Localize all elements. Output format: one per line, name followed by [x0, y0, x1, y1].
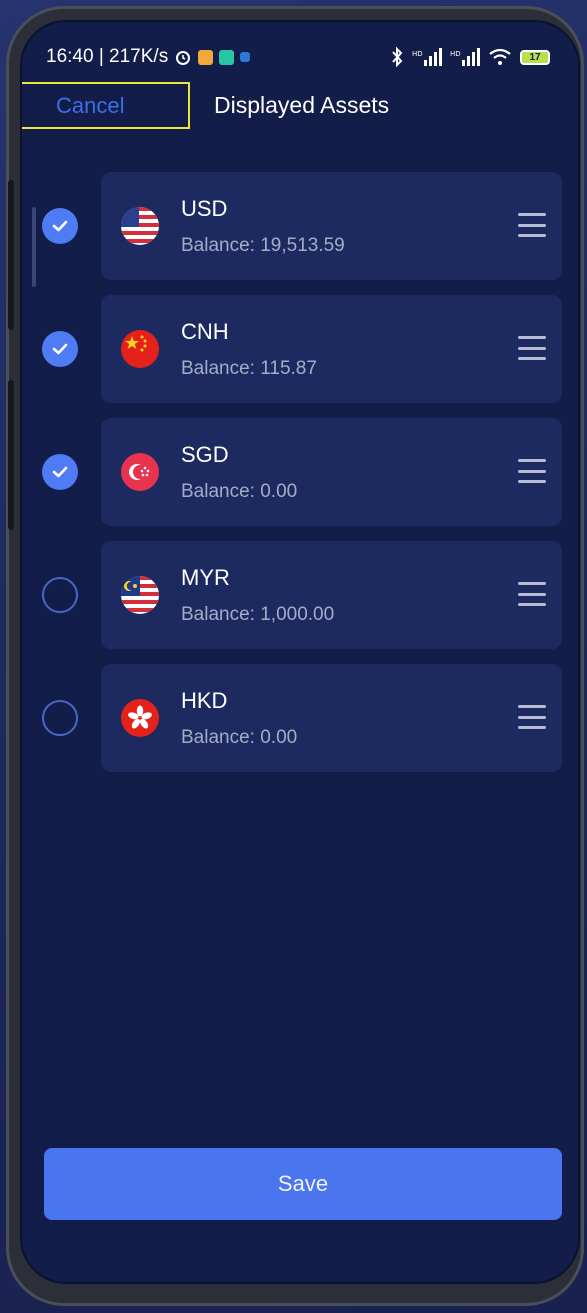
asset-card[interactable]: USD Balance: 19,513.59 — [101, 172, 562, 280]
app-notification-icon — [219, 49, 235, 65]
cancel-button[interactable]: Cancel — [22, 82, 190, 129]
asset-balance: Balance: 0.00 — [181, 727, 298, 748]
asset-card[interactable]: CNH Balance: 115.87 — [101, 295, 562, 403]
signal-icon: HD — [412, 48, 442, 66]
battery-icon: 17 — [520, 49, 550, 65]
checkbox-unchecked[interactable] — [42, 577, 78, 613]
hk-flag-icon — [121, 699, 159, 737]
checkbox-checked[interactable] — [42, 454, 78, 490]
asset-code: HKD — [181, 688, 228, 713]
asset-balance: Balance: 1,000.00 — [181, 604, 335, 625]
bluetooth-icon — [392, 47, 403, 67]
my-flag-icon — [121, 576, 159, 614]
checkmark-icon — [52, 466, 68, 478]
volume-button — [8, 180, 14, 330]
header: Cancel Displayed Assets — [22, 82, 578, 134]
asset-code: CNH — [181, 319, 229, 344]
drag-handle-icon[interactable] — [518, 705, 546, 729]
asset-code: SGD — [181, 442, 229, 467]
asset-card[interactable]: HKD Balance: 0.00 — [101, 664, 562, 772]
signal-icon: HD — [450, 48, 480, 66]
sg-flag-icon — [121, 453, 159, 491]
asset-code: USD — [181, 196, 228, 221]
app-notification-icon — [240, 52, 251, 62]
asset-card[interactable]: SGD Balance: 0.00 — [101, 418, 562, 526]
cn-flag-icon — [121, 330, 159, 368]
asset-code: MYR — [181, 565, 230, 590]
status-right: HD HD 17 — [390, 47, 550, 67]
drag-handle-icon[interactable] — [518, 582, 546, 606]
checkbox-checked[interactable] — [42, 208, 78, 244]
status-time-speed: 16:40 | 217K/s — [46, 46, 169, 67]
svg-text:HD: HD — [450, 50, 461, 58]
checkmark-icon — [52, 220, 68, 232]
checkmark-icon — [52, 343, 68, 355]
notes-app-icon — [198, 49, 214, 65]
asset-row-sgd[interactable]: SGD Balance: 0.00 — [22, 418, 578, 526]
checkbox-checked[interactable] — [42, 331, 78, 367]
asset-balance: Balance: 115.87 — [181, 358, 317, 379]
drag-handle-icon[interactable] — [518, 336, 546, 360]
asset-balance: Balance: 0.00 — [181, 481, 298, 502]
asset-card[interactable]: MYR Balance: 1,000.00 — [101, 541, 562, 649]
save-button[interactable]: Save — [44, 1148, 562, 1220]
page-title: Displayed Assets — [214, 92, 390, 118]
asset-row-usd[interactable]: USD Balance: 19,513.59 — [22, 172, 578, 280]
asset-row-cnh[interactable]: CNH Balance: 115.87 — [22, 295, 578, 403]
drag-handle-icon[interactable] — [518, 459, 546, 483]
wifi-icon — [489, 48, 511, 65]
checkbox-unchecked[interactable] — [42, 700, 78, 736]
phone-screen: 16:40 | 217K/s HD HD 17 Cancel Displayed… — [20, 20, 580, 1284]
svg-text:HD: HD — [412, 50, 423, 58]
drag-handle-icon[interactable] — [518, 213, 546, 237]
asset-balance: Balance: 19,513.59 — [181, 235, 345, 256]
asset-row-hkd[interactable]: HKD Balance: 0.00 — [22, 664, 578, 772]
power-button — [8, 380, 14, 530]
status-bar: 16:40 | 217K/s HD HD 17 — [46, 42, 550, 72]
asset-row-myr[interactable]: MYR Balance: 1,000.00 — [22, 541, 578, 649]
alarm-icon — [176, 51, 191, 65]
us-flag-icon — [121, 207, 159, 245]
status-left: 16:40 | 217K/s — [46, 46, 251, 68]
